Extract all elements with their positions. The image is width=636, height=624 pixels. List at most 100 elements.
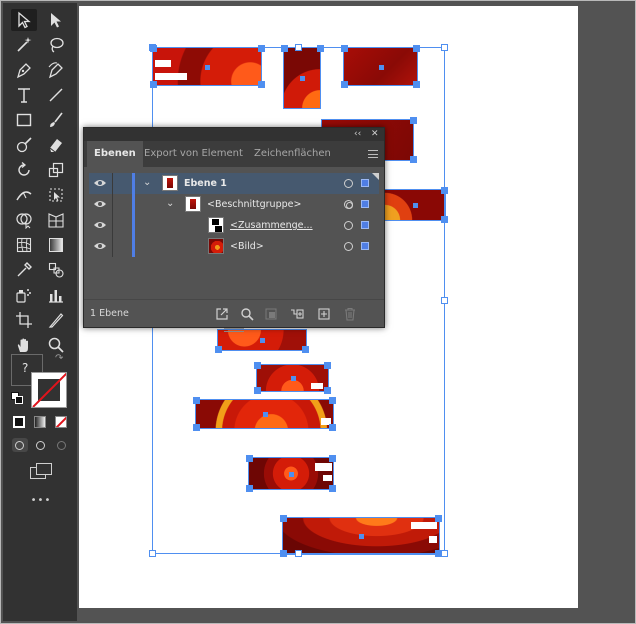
shaper-tool-button[interactable]: [11, 134, 37, 156]
tab-artboards[interactable]: Zeichenflächen: [247, 141, 338, 167]
anchor-point[interactable]: [246, 485, 253, 492]
anchor-point[interactable]: [329, 397, 336, 404]
draw-inside-button[interactable]: [54, 438, 70, 452]
paintbrush-tool-button[interactable]: [43, 109, 69, 131]
make-clipping-mask-icon[interactable]: [264, 307, 278, 321]
stroke-swatch[interactable]: [31, 372, 67, 408]
new-layer-icon[interactable]: [317, 307, 331, 321]
more-tools-button[interactable]: •••: [28, 495, 54, 506]
resize-handle-top[interactable]: [295, 44, 302, 51]
type-tool-button[interactable]: [11, 84, 37, 106]
hand-tool-button[interactable]: [11, 334, 37, 356]
anchor-point[interactable]: [341, 81, 348, 88]
anchor-point[interactable]: [341, 45, 348, 52]
curvature-tool-button[interactable]: [43, 59, 69, 81]
eraser-tool-button[interactable]: [43, 134, 69, 156]
resize-handle-top-right[interactable]: [441, 44, 448, 51]
anchor-point[interactable]: [280, 550, 287, 557]
draw-behind-button[interactable]: [33, 438, 49, 452]
anchor-point[interactable]: [246, 455, 253, 462]
anchor-point[interactable]: [410, 117, 417, 124]
scale-tool-button[interactable]: [43, 159, 69, 181]
collect-for-export-icon[interactable]: [215, 307, 229, 321]
default-fill-stroke-icon[interactable]: [11, 392, 23, 404]
anchor-point[interactable]: [329, 455, 336, 462]
none-mode-button[interactable]: [55, 416, 67, 428]
chevron-down-icon[interactable]: ⌄: [143, 178, 153, 188]
panel-menu-icon[interactable]: [368, 150, 378, 158]
lock-column[interactable]: [112, 215, 113, 236]
mesh-tool-button[interactable]: [11, 234, 37, 256]
lock-column[interactable]: [112, 194, 113, 215]
anchor-point[interactable]: [329, 485, 336, 492]
column-graph-tool-button[interactable]: [43, 284, 69, 306]
anchor-point[interactable]: [254, 387, 261, 394]
slice-tool-button[interactable]: [43, 309, 69, 331]
anchor-point[interactable]: [324, 362, 331, 369]
collapse-panel-icon[interactable]: ‹‹: [354, 128, 361, 141]
color-mode-button[interactable]: [13, 416, 25, 428]
target-indicator[interactable]: [344, 200, 353, 209]
anchor-point[interactable]: [150, 45, 157, 52]
anchor-point[interactable]: [193, 397, 200, 404]
panel-title-bar[interactable]: ‹‹ ✕: [84, 128, 384, 141]
lasso-tool-button[interactable]: [43, 34, 69, 56]
pen-tool-button[interactable]: [11, 59, 37, 81]
artboard-tool-button[interactable]: [11, 309, 37, 331]
anchor-point[interactable]: [281, 45, 288, 52]
line-tool-button[interactable]: [43, 84, 69, 106]
magic-wand-tool-button[interactable]: [11, 34, 37, 56]
new-sublayer-icon[interactable]: [290, 307, 304, 321]
gradient-mode-button[interactable]: [34, 416, 46, 428]
anchor-point[interactable]: [302, 346, 309, 353]
layer-name[interactable]: <Bild>: [230, 236, 264, 257]
close-panel-icon[interactable]: ✕: [371, 128, 379, 141]
target-indicator[interactable]: [344, 221, 353, 230]
draw-normal-button[interactable]: [12, 438, 28, 452]
visibility-eye-icon[interactable]: [93, 219, 107, 231]
eyedropper-tool-button[interactable]: [11, 259, 37, 281]
anchor-point[interactable]: [317, 45, 324, 52]
visibility-eye-icon[interactable]: [93, 240, 107, 252]
resize-handle-bottom-right[interactable]: [441, 550, 448, 557]
selection-indicator[interactable]: [361, 242, 369, 250]
swap-fill-stroke-icon[interactable]: ↷: [55, 354, 67, 364]
anchor-point[interactable]: [150, 81, 157, 88]
anchor-point[interactable]: [258, 81, 265, 88]
resize-handle-bottom-left[interactable]: [149, 550, 156, 557]
tab-asset-export[interactable]: Export von Element: [137, 141, 250, 167]
screen-mode-button[interactable]: [30, 463, 54, 481]
anchor-point[interactable]: [215, 346, 222, 353]
selection-indicator[interactable]: [361, 179, 369, 187]
anchor-point[interactable]: [258, 45, 265, 52]
free-transform-tool-button[interactable]: [43, 184, 69, 206]
resize-handle-right[interactable]: [441, 297, 448, 304]
layer-row-compound-path[interactable]: <Zusammenge...: [89, 215, 379, 236]
target-indicator[interactable]: [344, 242, 353, 251]
selection-tool-button[interactable]: [11, 9, 37, 31]
anchor-point[interactable]: [441, 216, 448, 223]
width-tool-button[interactable]: [11, 184, 37, 206]
direct-selection-tool-button[interactable]: [43, 9, 69, 31]
target-indicator[interactable]: [344, 179, 353, 188]
lock-column[interactable]: [112, 236, 113, 257]
selection-indicator[interactable]: [361, 200, 369, 208]
rotate-tool-button[interactable]: [11, 159, 37, 181]
anchor-point[interactable]: [254, 362, 261, 369]
layer-name[interactable]: <Beschnittgruppe>: [207, 194, 301, 215]
shape-builder-tool-button[interactable]: [11, 209, 37, 231]
anchor-point[interactable]: [435, 550, 442, 557]
anchor-point[interactable]: [413, 81, 420, 88]
chevron-down-icon[interactable]: ⌄: [166, 199, 176, 209]
anchor-point[interactable]: [280, 515, 287, 522]
resize-handle-bottom[interactable]: [295, 550, 302, 557]
anchor-point[interactable]: [193, 424, 200, 431]
locate-object-icon[interactable]: [240, 307, 254, 321]
rectangle-tool-button[interactable]: [11, 109, 37, 131]
panel-resize-grip[interactable]: [224, 328, 244, 332]
selection-indicator[interactable]: [361, 221, 369, 229]
visibility-eye-icon[interactable]: [93, 198, 107, 210]
layer-row-ebene-1[interactable]: ⌄ Ebene 1: [89, 173, 379, 194]
layer-row-image[interactable]: <Bild>: [89, 236, 379, 257]
layer-name[interactable]: <Zusammenge...: [230, 215, 313, 236]
